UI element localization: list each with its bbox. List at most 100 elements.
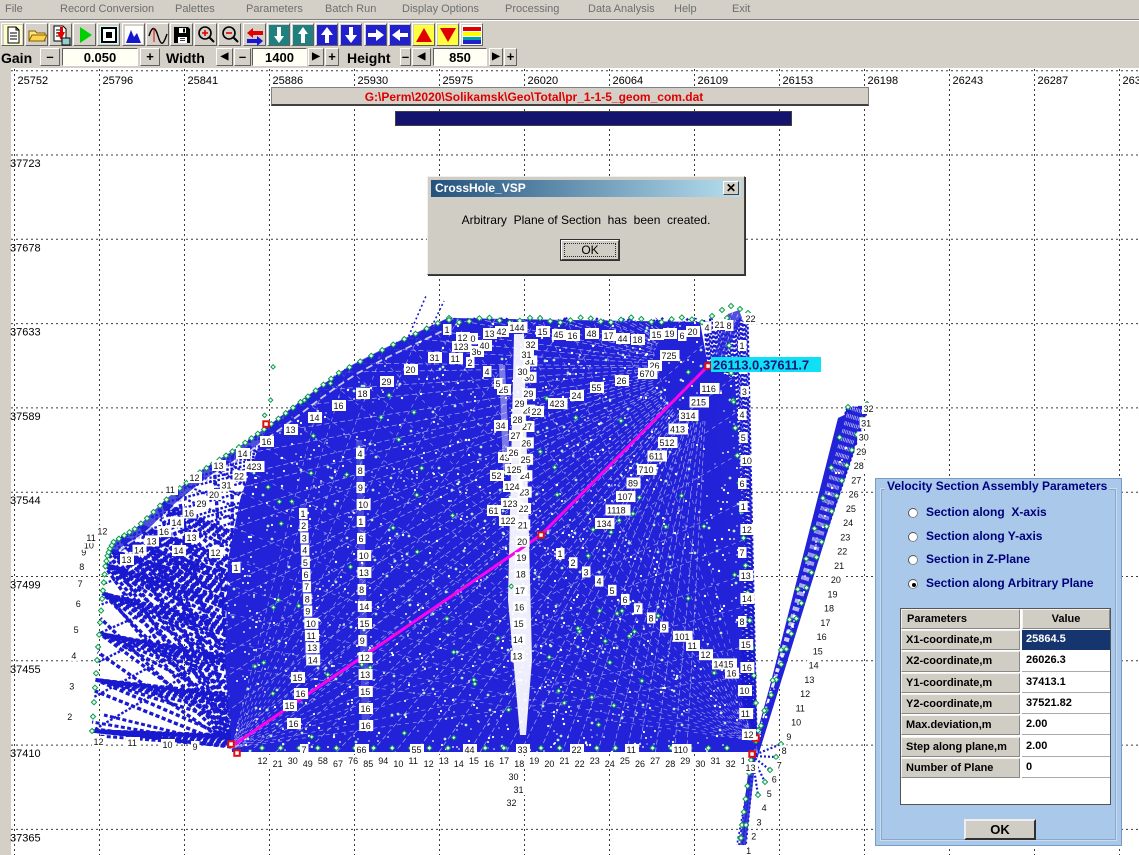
svg-text:11: 11 [86,533,95,543]
svg-text:25: 25 [846,504,856,514]
svg-text:49: 49 [303,759,313,769]
svg-text:9: 9 [193,742,198,752]
svg-text:25886: 25886 [273,75,304,87]
svg-text:30: 30 [288,756,298,766]
svg-text:5: 5 [741,433,746,443]
svg-text:18: 18 [514,759,524,769]
svg-text:76: 76 [348,756,358,766]
svg-text:26: 26 [849,490,859,500]
svg-text:16: 16 [296,689,306,699]
svg-text:17: 17 [604,331,614,341]
svg-text:4: 4 [358,449,363,459]
svg-text:32: 32 [526,340,536,350]
svg-text:37678: 37678 [10,242,41,254]
svg-text:14: 14 [308,655,318,665]
svg-text:18: 18 [358,389,368,399]
svg-text:725: 725 [662,351,677,361]
svg-text:8: 8 [727,321,732,331]
svg-text:44: 44 [618,334,628,344]
svg-text:16: 16 [742,663,752,673]
svg-text:263: 263 [1123,75,1139,87]
svg-text:20: 20 [406,365,416,375]
svg-text:32: 32 [726,759,736,769]
svg-text:19: 19 [665,329,675,339]
svg-text:4: 4 [762,803,767,813]
svg-text:21: 21 [560,756,570,766]
svg-text:13: 13 [214,461,224,471]
svg-text:6: 6 [359,534,364,544]
svg-text:12: 12 [744,730,754,740]
svg-text:11: 11 [741,709,750,719]
svg-text:4: 4 [302,546,307,556]
svg-text:29: 29 [197,499,207,509]
svg-text:670: 670 [640,369,655,379]
svg-text:11: 11 [627,745,636,755]
svg-text:94: 94 [378,756,388,766]
svg-text:13: 13 [307,643,317,653]
svg-text:15: 15 [652,330,662,340]
svg-text:15: 15 [538,327,548,337]
svg-text:12: 12 [94,737,104,747]
svg-text:20: 20 [688,327,698,337]
svg-text:89: 89 [628,479,638,489]
svg-text:26287: 26287 [1038,75,1069,87]
svg-text:8: 8 [649,613,654,623]
svg-text:16: 16 [334,401,344,411]
svg-text:14: 14 [310,413,320,423]
svg-text:21: 21 [273,759,283,769]
svg-text:5: 5 [303,558,308,568]
svg-text:22: 22 [234,471,244,481]
svg-text:15: 15 [469,756,479,766]
svg-text:10: 10 [358,500,368,510]
svg-text:2: 2 [571,558,576,568]
svg-text:16: 16 [262,437,272,447]
svg-text:1118: 1118 [607,506,626,516]
svg-text:512: 512 [660,438,675,448]
svg-text:12: 12 [742,525,752,535]
svg-text:3: 3 [302,533,307,543]
svg-text:29: 29 [523,389,533,399]
svg-text:52: 52 [492,471,502,481]
svg-text:26113.0,37611.7: 26113.0,37611.7 [713,358,809,373]
svg-text:27: 27 [851,475,861,485]
svg-text:2: 2 [67,712,72,722]
svg-text:61: 61 [489,506,499,516]
svg-text:66: 66 [357,745,367,755]
svg-text:28: 28 [854,461,864,471]
svg-text:29: 29 [515,399,525,409]
svg-text:10: 10 [306,619,316,629]
svg-text:14: 14 [238,449,248,459]
svg-text:31: 31 [861,418,871,428]
svg-text:4: 4 [597,577,602,587]
svg-text:13: 13 [360,670,370,680]
svg-text:14: 14 [454,759,464,769]
svg-text:1: 1 [558,549,563,559]
svg-text:123: 123 [454,342,469,352]
svg-text:6: 6 [304,570,309,580]
svg-text:55: 55 [592,383,602,393]
svg-text:42: 42 [497,327,507,337]
svg-text:15: 15 [741,640,751,650]
svg-text:13: 13 [485,329,495,339]
svg-text:13: 13 [741,571,751,581]
svg-text:10: 10 [393,759,403,769]
svg-text:7: 7 [302,745,307,755]
svg-text:32: 32 [507,798,517,808]
svg-text:144: 144 [510,323,525,333]
svg-text:4: 4 [485,367,490,377]
svg-text:26153: 26153 [783,75,814,87]
svg-text:31: 31 [222,481,232,491]
svg-text:24: 24 [605,759,615,769]
svg-text:45: 45 [554,330,564,340]
svg-text:11: 11 [451,354,460,364]
svg-text:13: 13 [147,536,157,546]
svg-text:37723: 37723 [10,158,41,170]
svg-text:55: 55 [412,745,422,755]
svg-text:25796: 25796 [103,75,134,87]
svg-text:26: 26 [635,759,645,769]
svg-text:14: 14 [172,518,182,528]
svg-text:6: 6 [772,775,777,785]
svg-text:37589: 37589 [10,411,41,423]
svg-text:18: 18 [824,604,834,614]
svg-text:16: 16 [184,509,194,519]
